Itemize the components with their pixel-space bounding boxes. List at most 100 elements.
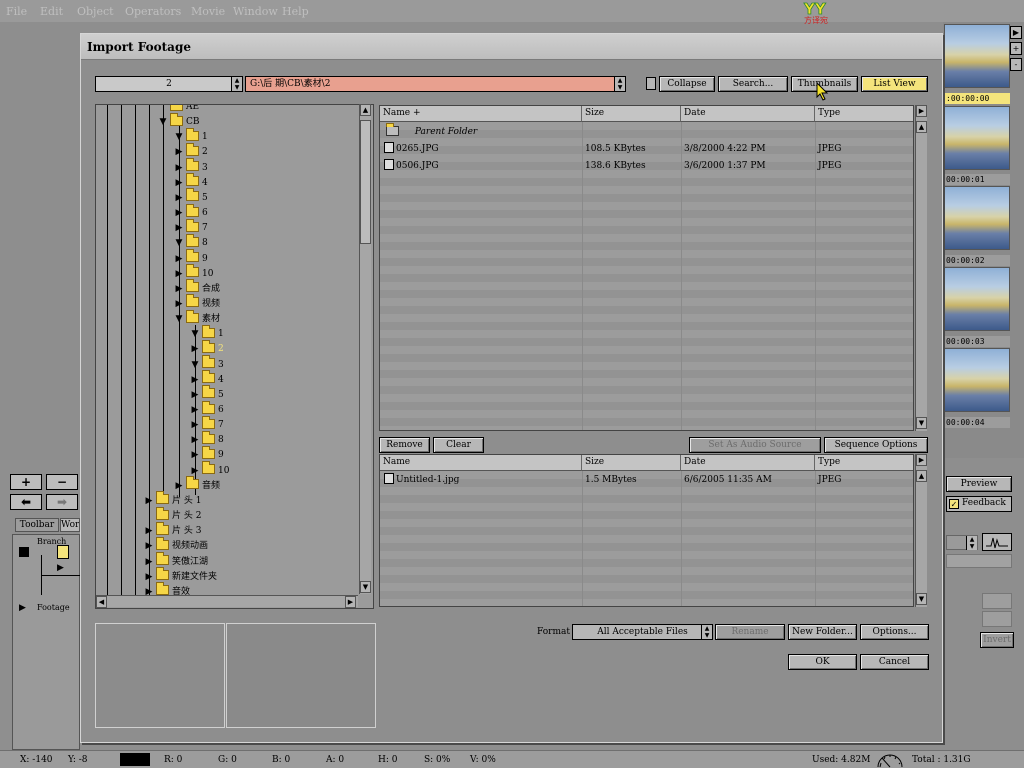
tree-node[interactable]: ▶ 音频: [174, 476, 220, 494]
tree-node[interactable]: ▶ 片 头 3: [144, 521, 201, 539]
path-field[interactable]: G:\后 期\CB\素材\2 ▲ ▼: [245, 76, 626, 92]
expand-right-icon[interactable]: ▶: [174, 206, 184, 221]
scroll-down-icon[interactable]: ▼: [916, 593, 927, 605]
play-icon[interactable]: ▶: [19, 603, 26, 613]
expand-right-icon[interactable]: ▶: [144, 524, 154, 539]
column-type[interactable]: Type: [815, 455, 913, 471]
expand-right-icon[interactable]: ▶: [190, 373, 200, 388]
drive-dropdown[interactable]: 2 ▲ ▼: [95, 76, 243, 92]
column-size[interactable]: Size: [582, 455, 681, 471]
back-arrow-icon[interactable]: ⬅: [10, 494, 42, 510]
sequence-options-button[interactable]: Sequence Options: [824, 437, 928, 453]
file-row[interactable]: 0265.JPG 108.5 KBytes 3/8/2000 4:22 PM J…: [380, 141, 913, 157]
tree-node[interactable]: ▶ 10: [190, 461, 229, 479]
scroll-down-icon[interactable]: ▼: [360, 581, 371, 593]
column-date[interactable]: Date: [681, 106, 815, 122]
import-row[interactable]: Untitled-1.jpg 1.5 MBytes 6/6/2005 11:35…: [380, 472, 913, 488]
expand-right-icon[interactable]: ▶: [174, 479, 184, 494]
expand-right-icon[interactable]: ▶: [144, 570, 154, 585]
remove-button[interactable]: Remove: [379, 437, 430, 453]
expand-right-icon[interactable]: ▶: [174, 176, 184, 191]
parent-folder-row[interactable]: Parent Folder: [380, 122, 913, 140]
expand-right-icon[interactable]: ▶: [190, 403, 200, 418]
expand-right-icon[interactable]: ▶: [144, 555, 154, 570]
preview-button[interactable]: Preview: [946, 476, 1012, 492]
new-folder-button[interactable]: New Folder...: [788, 624, 857, 640]
tab-workspace[interactable]: Wor: [60, 518, 80, 532]
expand-down-icon[interactable]: ▼: [190, 327, 200, 342]
column-type[interactable]: Type: [815, 106, 913, 122]
expand-down-icon[interactable]: ▼: [174, 312, 184, 327]
waveform-button[interactable]: [982, 533, 1012, 551]
import-list[interactable]: Name Size Date Type Untitled-1.jpg 1.5 M…: [379, 454, 914, 607]
column-name[interactable]: Name +: [380, 106, 582, 122]
expand-down-icon[interactable]: ▼: [174, 130, 184, 145]
node-icon[interactable]: [57, 545, 69, 559]
set-audio-source-button[interactable]: Set As Audio Source: [689, 437, 821, 453]
expand-right-icon[interactable]: ▶: [174, 252, 184, 267]
file-list[interactable]: Name + Size Date Type Parent Folder 0265…: [379, 105, 914, 431]
menu-operators[interactable]: Operators: [125, 5, 181, 18]
menu-file[interactable]: File: [6, 5, 27, 18]
tree-node[interactable]: ▶ 笑傲江湖: [144, 552, 208, 570]
param-dropdown[interactable]: ▲ ▼: [946, 535, 978, 550]
frame-thumbnail[interactable]: [944, 267, 1010, 331]
play-icon[interactable]: ▶: [57, 563, 64, 573]
frame-thumbnail[interactable]: [944, 106, 1010, 170]
scroll-thumb[interactable]: [360, 120, 371, 244]
scroll-right-icon[interactable]: ▶: [345, 596, 356, 608]
frame-thumbnail[interactable]: [944, 348, 1010, 412]
format-dropdown[interactable]: All Acceptable Files ▲ ▼: [572, 624, 713, 640]
tree-node[interactable]: AE: [158, 105, 199, 115]
column-size[interactable]: Size: [582, 106, 681, 122]
file-row[interactable]: 0506.JPG 138.6 KBytes 3/6/2000 1:37 PM J…: [380, 158, 913, 174]
menu-object[interactable]: Object: [77, 5, 114, 18]
scroll-up-icon[interactable]: ▲: [916, 470, 927, 482]
frame-thumbnail[interactable]: [944, 186, 1010, 250]
add-button[interactable]: +: [10, 474, 42, 490]
rename-button[interactable]: Rename: [715, 624, 785, 640]
tree-node[interactable]: ▼ 素材: [174, 309, 220, 327]
column-date[interactable]: Date: [681, 455, 815, 471]
menu-edit[interactable]: Edit: [40, 5, 63, 18]
tree-node[interactable]: ▶ 合成: [174, 279, 220, 297]
expand-right-icon[interactable]: ▶: [190, 388, 200, 403]
expand-right-icon[interactable]: ▶: [190, 433, 200, 448]
clear-button[interactable]: Clear: [433, 437, 484, 453]
zoom-in-button[interactable]: +: [1010, 42, 1022, 55]
frame-thumbnail[interactable]: [944, 24, 1010, 88]
zoom-out-button[interactable]: -: [1010, 58, 1022, 71]
expand-down-icon[interactable]: ▼: [190, 358, 200, 373]
menu-help[interactable]: Help: [282, 5, 309, 18]
expand-right-icon[interactable]: ▶: [174, 297, 184, 312]
expand-right-icon[interactable]: ▶: [190, 342, 200, 357]
value-field[interactable]: [946, 554, 1012, 568]
tree-node[interactable]: ▶ 视频: [174, 294, 220, 312]
scroll-up-icon[interactable]: ▲: [916, 121, 927, 133]
expand-right-icon[interactable]: ▶: [144, 494, 154, 509]
expand-right-icon[interactable]: ▶: [190, 448, 200, 463]
tab-toolbar[interactable]: Toolbar: [15, 518, 59, 532]
tree-node[interactable]: 片 头 2: [144, 506, 201, 524]
expand-down-icon[interactable]: ▼: [158, 115, 168, 130]
expand-right-icon[interactable]: ▶: [144, 539, 154, 554]
invert-button[interactable]: Invert: [980, 632, 1014, 648]
tree-node[interactable]: ▶ 片 头 1: [144, 491, 201, 509]
expand-right-icon[interactable]: ▶: [174, 221, 184, 236]
remove-button[interactable]: −: [46, 474, 78, 490]
expand-right-icon[interactable]: ▶: [174, 145, 184, 160]
expand-right-icon[interactable]: ▶: [190, 418, 200, 433]
tree-node[interactable]: ▶ 新建文件夹: [144, 567, 217, 585]
expand-right-icon[interactable]: ▶: [174, 191, 184, 206]
feedback-checkbox[interactable]: ✓ Feedback: [946, 496, 1012, 512]
node-icon[interactable]: [19, 547, 29, 557]
expand-right-icon[interactable]: ▶: [174, 161, 184, 176]
list-view-button[interactable]: List View: [861, 76, 928, 92]
ok-button[interactable]: OK: [788, 654, 857, 670]
column-name[interactable]: Name: [380, 455, 582, 471]
options-button[interactable]: Options...: [860, 624, 929, 640]
forward-arrow-icon[interactable]: ➡: [46, 494, 78, 510]
scroll-right-icon[interactable]: ▶: [916, 454, 927, 466]
folder-tree[interactable]: AE ▼ CB ▼ 1 ▶ 2 ▶ 3 ▶ 4 ▶ 5 ▶ 6 ▶ 7 ▼ 8 ▶ 9 ▶ 10 ▶ 合成 ▶ 视频 ▼ 素材 ▼ 1 ▶ 2 ▼…: [95, 104, 374, 609]
search-button[interactable]: Search...: [718, 76, 788, 92]
